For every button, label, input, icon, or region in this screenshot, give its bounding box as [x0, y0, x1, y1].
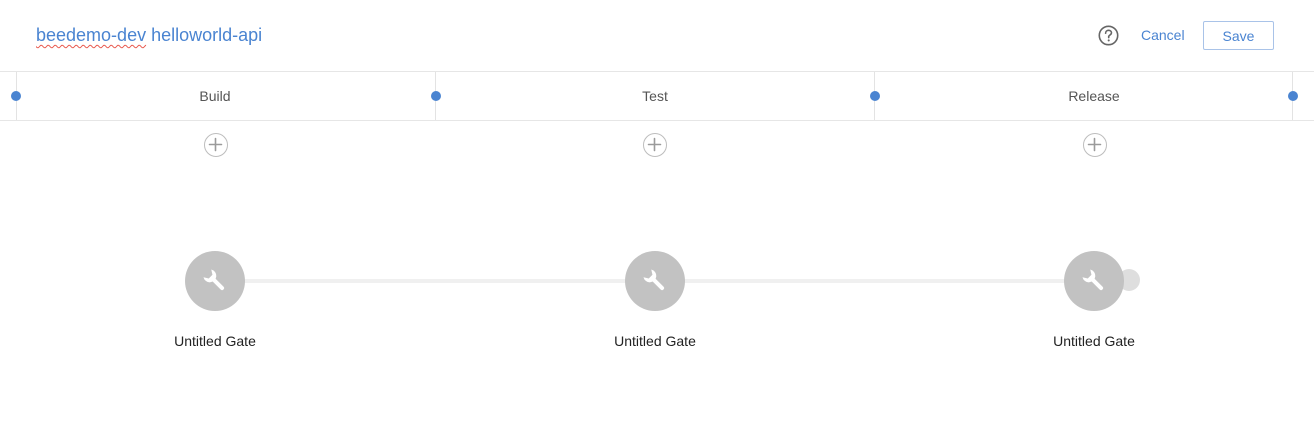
- pipeline-editor: beedemo-dev helloworld-api Cancel Save B…: [0, 0, 1314, 437]
- cancel-button[interactable]: Cancel: [1141, 27, 1185, 43]
- add-step-button-test[interactable]: [643, 133, 667, 157]
- page-title: beedemo-dev helloworld-api: [36, 25, 262, 46]
- plus-icon: [208, 137, 223, 152]
- project-name: helloworld-api: [151, 25, 263, 45]
- stage-label-release: Release: [1068, 88, 1120, 104]
- gate-connector: [240, 279, 630, 283]
- plus-icon: [1087, 137, 1102, 152]
- help-circle-icon[interactable]: [1098, 25, 1119, 46]
- stage-boundary-handle[interactable]: [870, 91, 880, 101]
- gate-connector: [680, 279, 1070, 283]
- stage-header-row: Build Test Release: [0, 72, 1314, 121]
- stage-label-build: Build: [199, 88, 231, 104]
- stage-boundary-handle[interactable]: [431, 91, 441, 101]
- wrench-icon: [643, 269, 665, 291]
- stage-boundary-handle[interactable]: [11, 91, 21, 101]
- gate-label-test[interactable]: Untitled Gate: [614, 333, 696, 349]
- stage-boundary-handle[interactable]: [1288, 91, 1298, 101]
- gate-label-build[interactable]: Untitled Gate: [174, 333, 256, 349]
- gate-node-build[interactable]: [185, 251, 245, 311]
- wrench-icon: [1082, 269, 1104, 291]
- editor-header: beedemo-dev helloworld-api Cancel Save: [0, 0, 1314, 72]
- organization-name: beedemo-dev: [36, 25, 147, 45]
- wrench-icon: [203, 269, 225, 291]
- stage-label-test: Test: [642, 88, 668, 104]
- add-step-button-release[interactable]: [1083, 133, 1107, 157]
- gate-label-release[interactable]: Untitled Gate: [1053, 333, 1135, 349]
- plus-icon: [647, 137, 662, 152]
- gate-node-release[interactable]: [1064, 251, 1124, 311]
- save-button[interactable]: Save: [1203, 21, 1274, 50]
- gate-node-test[interactable]: [625, 251, 685, 311]
- add-step-button-build[interactable]: [204, 133, 228, 157]
